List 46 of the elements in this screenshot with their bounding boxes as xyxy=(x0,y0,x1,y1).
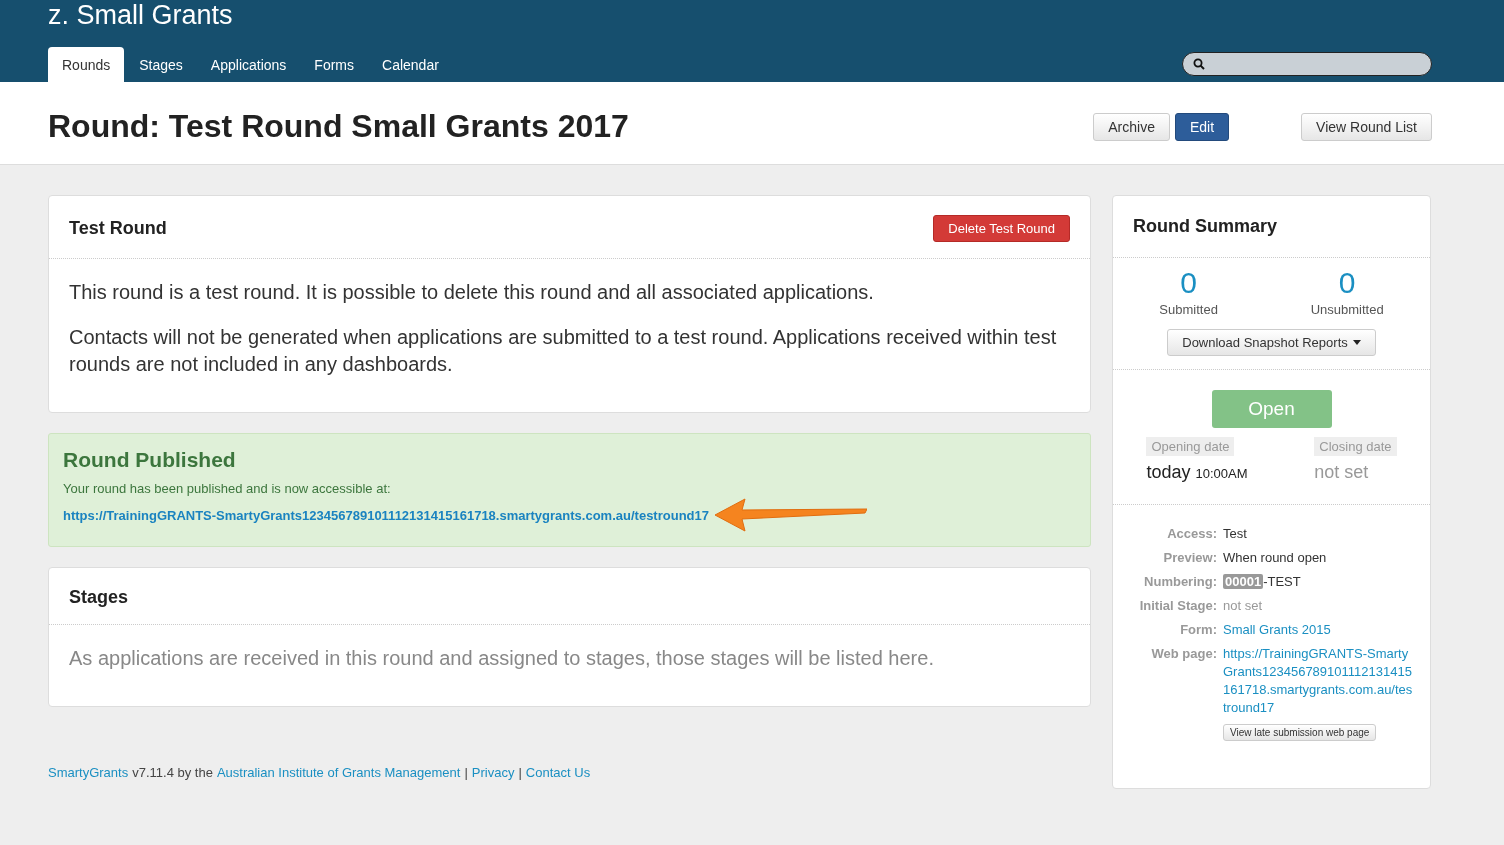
nav-tab[interactable]: Forms xyxy=(300,47,369,82)
action-button[interactable]: Edit xyxy=(1174,113,1230,141)
status-label: Open xyxy=(1211,390,1332,428)
detail-label: Access: xyxy=(1166,525,1217,543)
nav-tab[interactable]: Applications xyxy=(196,47,301,82)
alert-message: Your round has been published and is now accessible at: xyxy=(63,481,392,496)
action-button[interactable]: Archive xyxy=(1093,113,1170,141)
late-submission-button[interactable]: View late submission web page xyxy=(1223,724,1377,741)
detail-label: Numbering: xyxy=(1143,573,1217,591)
detail-value: -TEST xyxy=(1263,574,1301,589)
detail-link[interactable]: https://TrainingGRANTS-SmartyGrants123456789101112131415161718.smartygrants.com.au/testround17 xyxy=(1223,645,1413,717)
detail-value: When round open xyxy=(1223,549,1328,567)
detail-label: Initial Stage: xyxy=(1138,597,1217,615)
detail-value: not set xyxy=(1223,597,1264,615)
info-text: Contacts will not be generated when applications are submitted to a test round. Applications received within test rounds are not included in any dashboards. xyxy=(69,325,1058,377)
count-value: 0 xyxy=(1338,266,1356,300)
download-dropdown[interactable]: Download Snapshot Reports xyxy=(1167,329,1376,356)
detail-label: Form: xyxy=(1179,621,1217,639)
action-button[interactable]: View Round List xyxy=(1301,113,1432,141)
alert-title: Round Published xyxy=(63,448,237,472)
panel-title: Test Round xyxy=(69,218,167,239)
date-label: Closing date xyxy=(1314,437,1397,456)
info-text: This round is a test round. It is possible to delete this round and all associated applications. xyxy=(69,280,875,305)
panel-title: Stages xyxy=(69,587,129,608)
detail-label: Web page: xyxy=(1150,645,1217,663)
nav-tab[interactable]: Calendar xyxy=(368,47,453,82)
detail-link[interactable]: Small Grants 2015 xyxy=(1223,621,1413,639)
stages-message: As applications are received in this round and assigned to stages, those stages will be listed here. xyxy=(69,646,935,671)
footer-text: v7.11.4 by the xyxy=(132,765,213,780)
count-label: Submitted xyxy=(1159,302,1218,317)
date-label: Opening date xyxy=(1146,437,1235,456)
footer-text: | xyxy=(464,765,468,780)
date-value: today 10:00AM xyxy=(1146,462,1248,483)
detail-value: Test xyxy=(1223,525,1248,543)
page-title: Round: Test Round Small Grants 2017 xyxy=(48,107,629,145)
panel-title: Round Summary xyxy=(1113,196,1430,258)
delete-button[interactable]: Delete Test Round xyxy=(933,215,1070,242)
date-value: not set xyxy=(1314,462,1369,483)
number-badge: 00001 xyxy=(1223,574,1264,589)
detail-label: Preview: xyxy=(1162,549,1217,567)
footer-text: | xyxy=(518,765,522,780)
count-label: Unsubmitted xyxy=(1310,302,1384,317)
nav-tab[interactable]: Rounds xyxy=(48,47,125,82)
count-value: 0 xyxy=(1180,266,1197,300)
app-title: z. Small Grants xyxy=(48,0,234,30)
nav-tab[interactable]: Stages xyxy=(125,47,197,82)
